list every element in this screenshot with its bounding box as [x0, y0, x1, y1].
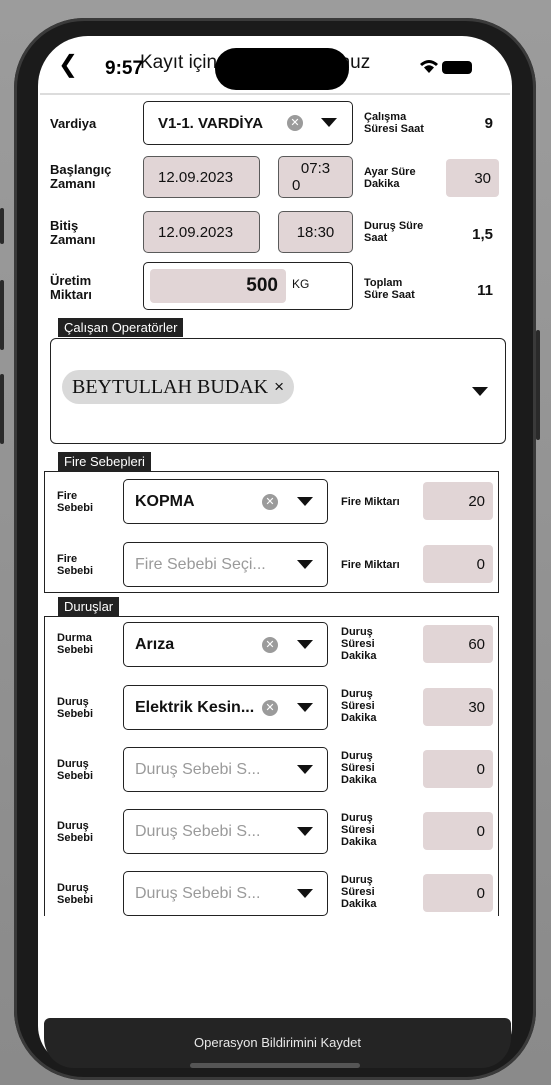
caret-down-icon[interactable] — [297, 889, 313, 898]
scrap-section-title: Fire Sebepleri — [58, 452, 151, 471]
stop-reason-label: Durma Sebebi — [57, 632, 94, 656]
end-date-field[interactable]: 12.09.2023 — [143, 211, 260, 253]
stop-hours-label: Duruş Süre Saat — [364, 220, 424, 244]
stop-duration-label: Duruş Süresi Dakika — [341, 812, 377, 848]
stop-reason-label: Duruş Sebebi — [57, 758, 94, 782]
operator-chip: BEYTULLAH BUDAK × — [62, 370, 295, 404]
stop-duration-label: Duruş Süresi Dakika — [341, 750, 377, 786]
clear-icon[interactable]: ✕ — [262, 700, 278, 716]
shift-value: V1-1. VARDİYA — [158, 114, 264, 132]
stop-reason-label: Duruş Sebebi — [57, 696, 94, 720]
work-duration-label: Çalışma Süresi Saat — [364, 111, 424, 135]
dynamic-island — [215, 48, 349, 90]
stop-duration-field[interactable]: 0 — [423, 874, 493, 912]
wifi-icon — [420, 60, 438, 73]
stop-duration-label: Duruş Süresi Dakika — [341, 688, 377, 724]
production-field[interactable]: 500 KG — [143, 262, 353, 310]
scrap-reason-label: Fire Sebebi — [57, 553, 94, 577]
caret-down-icon[interactable] — [321, 118, 337, 127]
end-date-value: 12.09.2023 — [158, 223, 234, 241]
operators-section-title: Çalışan Operatörler — [58, 318, 184, 337]
stop-duration-label: Duruş Süresi Dakika — [341, 626, 377, 662]
power-button — [536, 330, 540, 440]
start-label: Başlangıç Zamanı — [50, 162, 112, 191]
start-date-field[interactable]: 12.09.2023 — [143, 156, 260, 198]
stop-duration-field[interactable]: 60 — [423, 625, 493, 663]
clear-icon[interactable]: ✕ — [287, 115, 303, 131]
scrap-qty-label: Fire Miktarı — [341, 559, 400, 571]
end-label: Bitiş Zamanı — [50, 218, 96, 247]
caret-down-icon[interactable] — [297, 560, 313, 569]
mute-switch — [0, 208, 4, 244]
status-time: 9:57 — [105, 58, 144, 79]
stop-reason-label: Duruş Sebebi — [57, 882, 94, 906]
production-label: Üretim Miktarı — [50, 273, 92, 302]
setup-minutes-field[interactable]: 30 — [446, 159, 499, 197]
total-hours-label: Toplam Süre Saat — [364, 277, 415, 301]
stops-section-title: Duruşlar — [58, 597, 120, 616]
total-hours-value: 11 — [477, 282, 493, 299]
shift-label: Vardiya — [50, 116, 97, 131]
stop-duration-field[interactable]: 0 — [423, 812, 493, 850]
battery-icon — [442, 61, 472, 74]
scrap-qty-label: Fire Miktarı — [341, 496, 400, 508]
end-time-field[interactable]: 18:30 — [278, 211, 353, 253]
setup-minutes-label: Ayar Süre Dakika — [364, 166, 416, 190]
production-value[interactable]: 500 — [150, 269, 286, 303]
start-date-value: 12.09.2023 — [158, 168, 234, 186]
stop-hours-value: 1,5 — [472, 226, 493, 243]
volume-up-button — [0, 280, 4, 350]
scrap-qty-field[interactable]: 20 — [423, 482, 493, 520]
clear-icon[interactable]: ✕ — [262, 637, 278, 653]
caret-down-icon[interactable] — [297, 827, 313, 836]
clear-icon[interactable]: ✕ — [262, 494, 278, 510]
header-divider — [40, 93, 510, 95]
scrap-reason-label: Fire Sebebi — [57, 490, 94, 514]
caret-down-icon[interactable] — [297, 703, 313, 712]
caret-down-icon[interactable] — [297, 765, 313, 774]
scrap-qty-field[interactable]: 0 — [423, 545, 493, 583]
home-indicator — [190, 1063, 360, 1068]
stop-reason-label: Duruş Sebebi — [57, 820, 94, 844]
stop-duration-field[interactable]: 30 — [423, 688, 493, 726]
volume-down-button — [0, 374, 4, 444]
chip-remove-icon[interactable]: × — [274, 377, 284, 397]
save-operation-button[interactable]: Operasyon Bildirimini Kaydet — [44, 1018, 511, 1068]
production-unit: KG — [292, 277, 310, 291]
caret-down-icon[interactable] — [297, 497, 313, 506]
caret-down-icon[interactable] — [472, 387, 488, 396]
stop-duration-field[interactable]: 0 — [423, 750, 493, 788]
start-time-field[interactable]: 07:3 0 — [278, 156, 353, 198]
stop-duration-label: Duruş Süresi Dakika — [341, 874, 377, 910]
back-chevron-icon[interactable]: ❮ — [58, 50, 78, 79]
caret-down-icon[interactable] — [297, 640, 313, 649]
work-duration-value: 9 — [484, 115, 493, 132]
